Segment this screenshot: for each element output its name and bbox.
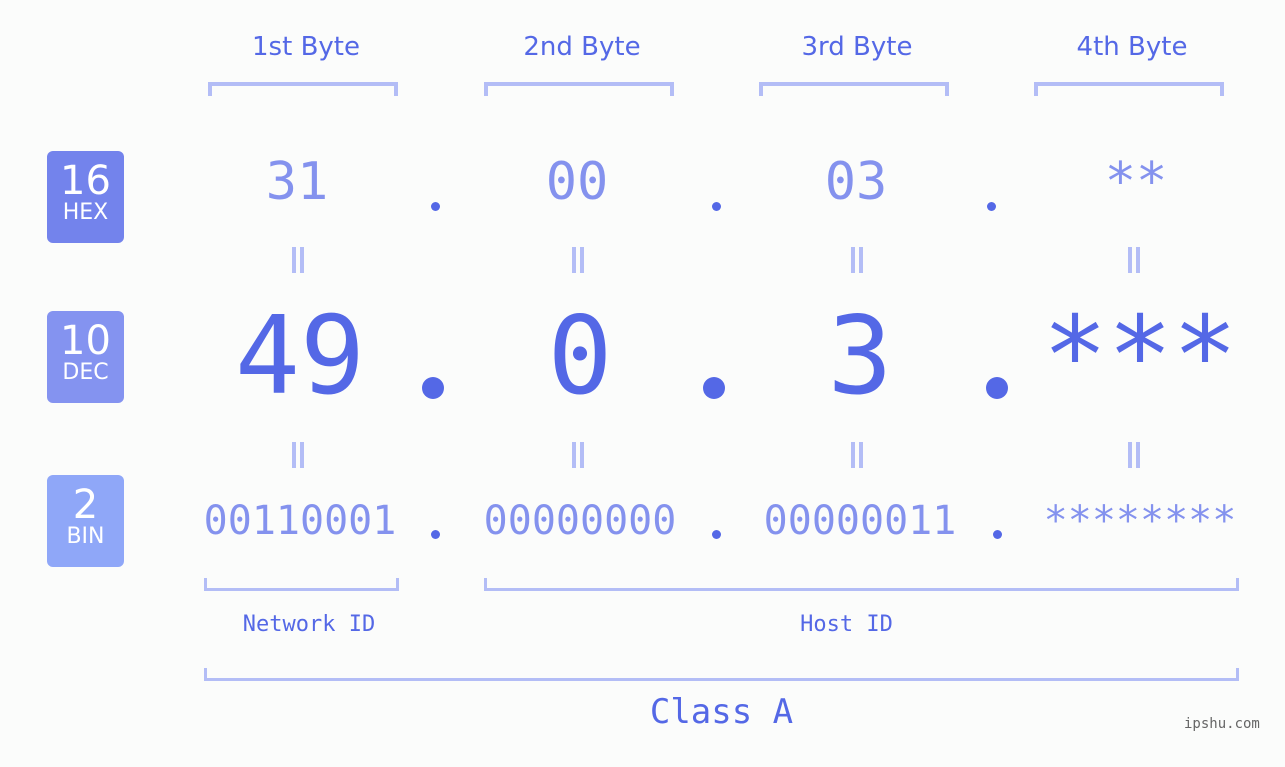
hex-separator-dot (431, 202, 440, 211)
dec-byte-3: 3 (827, 294, 893, 419)
hex-separator-dot (987, 202, 996, 211)
bin-separator-dot (431, 530, 440, 539)
hex-badge: 16 HEX (47, 151, 124, 243)
byte-header-4: 4th Byte (1076, 32, 1188, 62)
network-id-bracket (204, 578, 399, 591)
dec-byte-4: *** (1042, 294, 1238, 419)
bin-separator-dot (712, 530, 721, 539)
bin-byte-2: 00000000 (483, 498, 677, 544)
hex-badge-number: 16 (60, 158, 111, 204)
dec-separator-dot (422, 377, 444, 399)
equals-icon (851, 247, 863, 273)
host-id-label: Host ID (800, 612, 893, 637)
byte-header-2: 2nd Byte (523, 32, 641, 62)
equals-icon (572, 247, 584, 273)
hex-byte-3: 03 (824, 152, 888, 212)
byte-bracket-1 (208, 82, 398, 96)
class-bracket (204, 668, 1239, 681)
dec-byte-1: 49 (234, 294, 366, 419)
equals-icon (1128, 442, 1140, 468)
bin-separator-dot (993, 530, 1002, 539)
equals-icon (1128, 247, 1140, 273)
byte-bracket-3 (759, 82, 949, 96)
hex-byte-1: 31 (265, 152, 329, 212)
bin-byte-4: ******** (1043, 498, 1237, 544)
equals-icon (572, 442, 584, 468)
bin-badge-number: 2 (72, 482, 99, 528)
byte-bracket-2 (484, 82, 674, 96)
class-label: Class A (649, 692, 794, 732)
bin-byte-1: 00110001 (203, 498, 397, 544)
byte-header-1: 1st Byte (252, 32, 360, 62)
hex-byte-2: 00 (545, 152, 609, 212)
watermark: ipshu.com (1184, 716, 1260, 732)
dec-badge: 10 DEC (47, 311, 124, 403)
equals-icon (292, 247, 304, 273)
equals-icon (292, 442, 304, 468)
equals-icon (851, 442, 863, 468)
network-id-label: Network ID (242, 612, 376, 637)
bin-byte-3: 00000011 (763, 498, 957, 544)
hex-badge-label: HEX (62, 200, 109, 225)
bin-badge: 2 BIN (47, 475, 124, 567)
byte-bracket-4 (1034, 82, 1224, 96)
bin-badge-label: BIN (66, 524, 105, 549)
dec-separator-dot (703, 377, 725, 399)
dec-badge-label: DEC (62, 360, 109, 385)
host-id-bracket (484, 578, 1239, 591)
hex-separator-dot (712, 202, 721, 211)
dec-badge-number: 10 (60, 318, 111, 364)
byte-header-3: 3rd Byte (801, 32, 913, 62)
dec-byte-2: 0 (547, 294, 613, 419)
hex-byte-4: ** (1104, 152, 1168, 212)
dec-separator-dot (986, 377, 1008, 399)
